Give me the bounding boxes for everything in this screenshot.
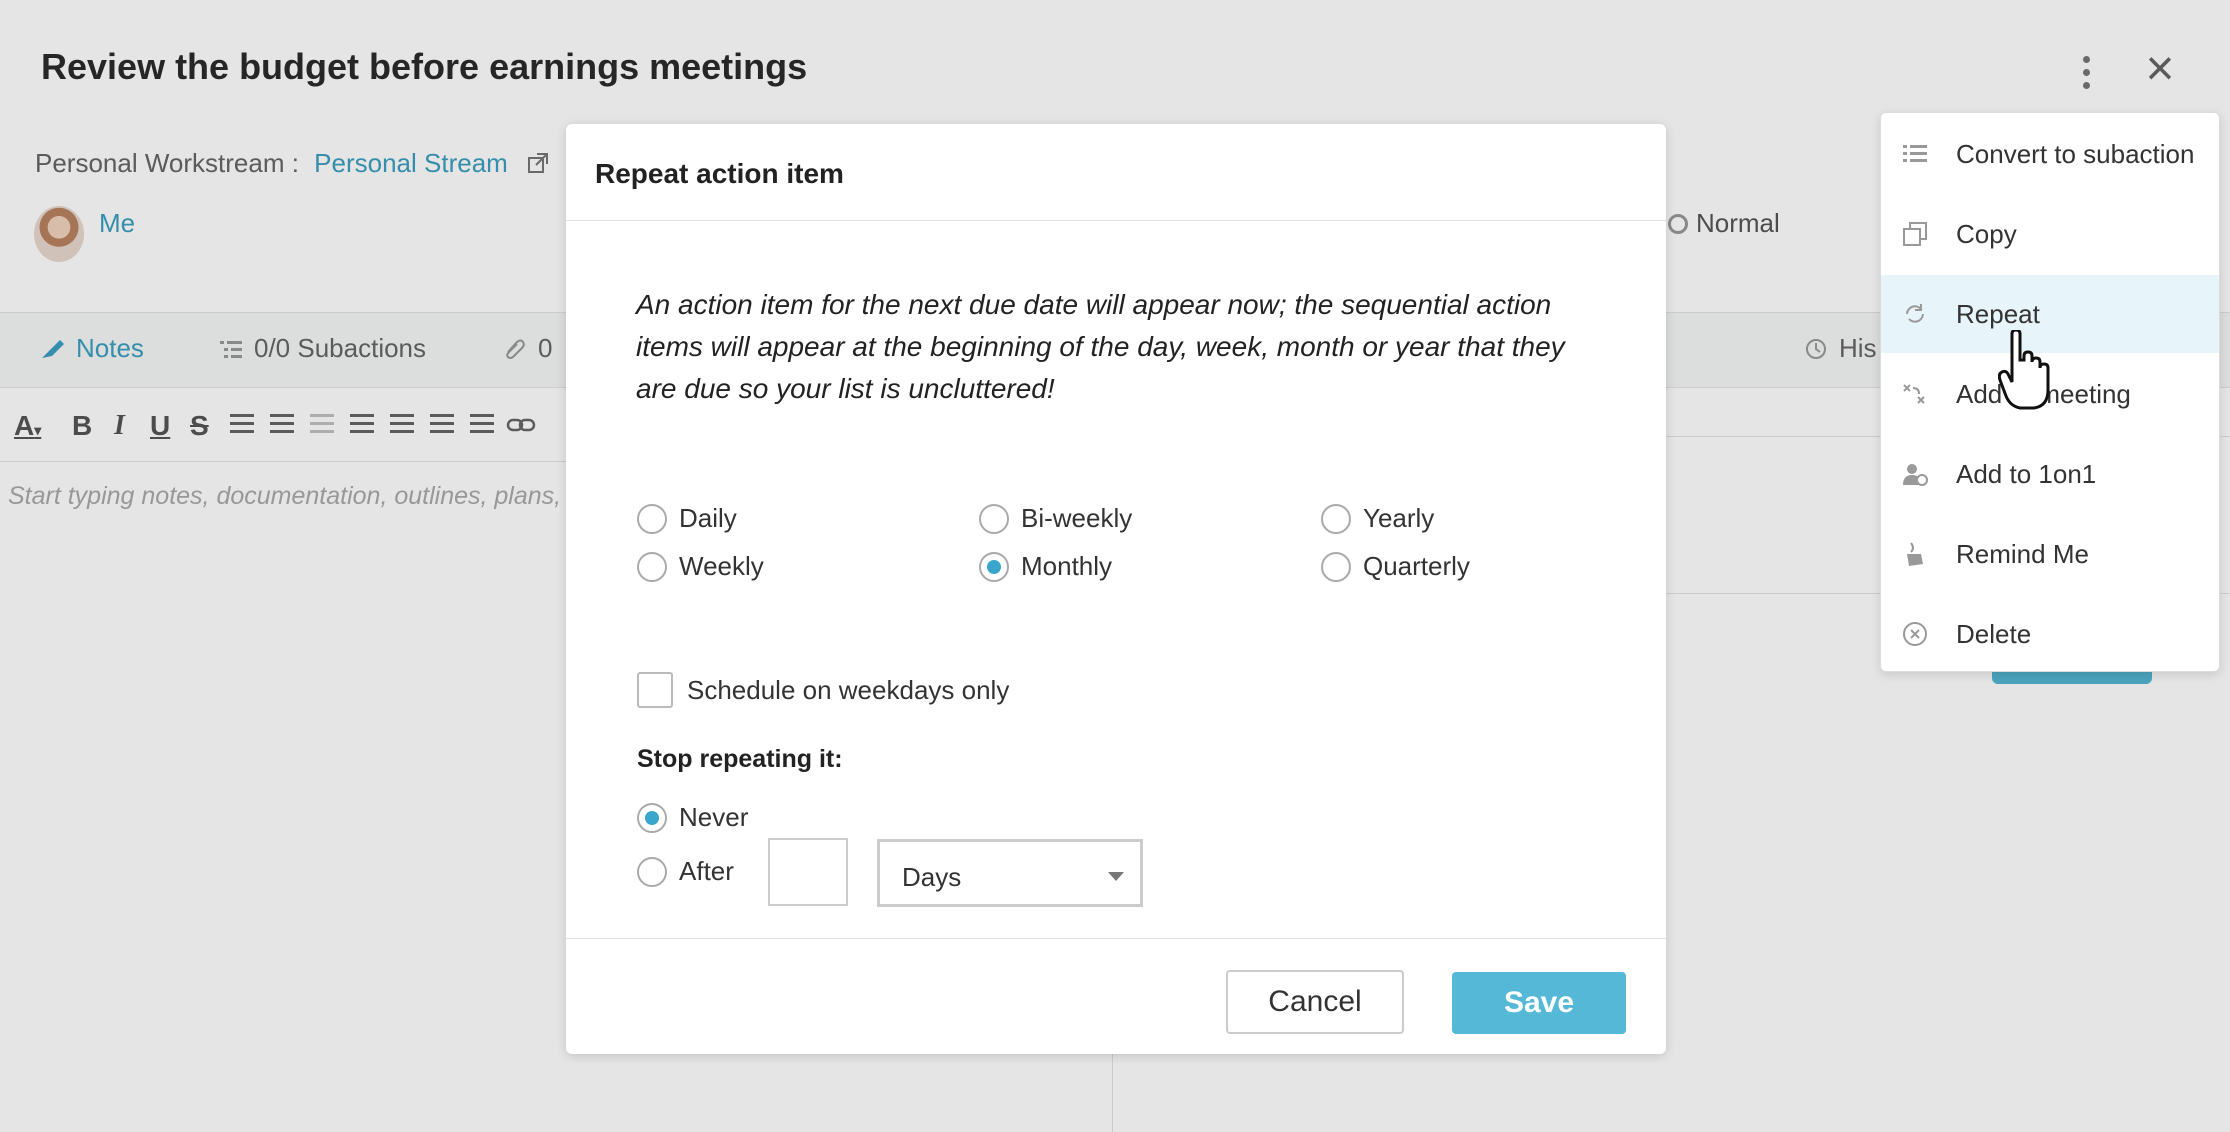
menu-item-label: Add to 1on1 — [1956, 458, 2097, 489]
menu-item-label: Convert to subaction — [1956, 138, 2195, 169]
menu-item-label: Delete — [1956, 618, 2032, 649]
menu-item-repeat[interactable]: Repeat — [1881, 275, 2219, 353]
after-count-input[interactable] — [768, 838, 848, 906]
radio-monthly[interactable]: Monthly — [979, 551, 1112, 582]
menu-item-convert-to-subaction[interactable]: Convert to subaction — [1881, 115, 2219, 193]
radio-circle — [637, 551, 667, 582]
radio-label: Quarterly — [1363, 551, 1470, 581]
radio-circle — [637, 503, 667, 534]
menu-item-label: Copy — [1956, 218, 2017, 249]
more-options-menu: Convert to subaction Copy Repeat Add to … — [1880, 112, 2220, 672]
unit-select[interactable]: Days — [877, 839, 1143, 907]
radio-label: Weekly — [679, 551, 764, 581]
menu-item-copy[interactable]: Copy — [1881, 195, 2219, 273]
stop-repeating-label: Stop repeating it: — [637, 745, 843, 773]
delete-icon — [1903, 622, 1927, 646]
radio-circle-selected — [979, 551, 1009, 582]
radio-never[interactable]: Never — [637, 802, 748, 833]
meeting-icon — [1903, 384, 1925, 404]
checkbox-label: Schedule on weekdays only — [687, 674, 1010, 705]
radio-label: Yearly — [1363, 503, 1435, 533]
radio-label: After — [679, 856, 734, 886]
menu-item-label: Remind Me — [1956, 538, 2089, 569]
repeat-modal: Repeat action item An action item for th… — [566, 124, 1666, 1054]
radio-weekly[interactable]: Weekly — [637, 551, 764, 582]
save-button[interactable]: Save — [1452, 972, 1626, 1034]
radio-bi-weekly[interactable]: Bi-weekly — [979, 503, 1132, 534]
menu-item-delete[interactable]: Delete — [1881, 595, 2219, 673]
radio-after[interactable]: After — [637, 856, 734, 887]
radio-label: Never — [679, 802, 749, 832]
radio-label: Bi-weekly — [1021, 503, 1133, 533]
checkbox-box — [637, 672, 673, 708]
menu-item-remind-me[interactable]: Remind Me — [1881, 515, 2219, 593]
radio-yearly[interactable]: Yearly — [1321, 503, 1434, 534]
radio-circle — [1321, 551, 1351, 582]
radio-quarterly[interactable]: Quarterly — [1321, 551, 1470, 582]
menu-item-add-to-1on1[interactable]: Add to 1on1 — [1881, 435, 2219, 513]
hand-cursor-icon — [1998, 330, 2050, 410]
radio-circle — [637, 856, 667, 887]
menu-item-add-to-meeting[interactable]: Add to meeting — [1881, 355, 2219, 433]
modal-footer — [566, 938, 1666, 939]
radio-circle-selected — [637, 802, 667, 833]
radio-circle — [1321, 503, 1351, 534]
radio-circle — [979, 503, 1009, 534]
remind-icon — [1907, 542, 1923, 566]
weekdays-only-checkbox[interactable]: Schedule on weekdays only — [637, 672, 1009, 708]
copy-icon — [1903, 222, 1927, 246]
radio-label: Daily — [679, 503, 737, 533]
modal-header: Repeat action item — [566, 124, 1666, 221]
chevron-down-icon — [1108, 872, 1124, 881]
list-icon — [1903, 145, 1927, 162]
modal-title: Repeat action item — [595, 158, 844, 189]
modal-description: An action item for the next due date wil… — [636, 289, 1565, 404]
radio-label: Monthly — [1021, 551, 1113, 581]
menu-item-label: Repeat — [1956, 298, 2040, 329]
repeat-icon — [1906, 304, 1924, 323]
unit-select-value: Days — [902, 862, 962, 892]
cancel-button[interactable]: Cancel — [1226, 970, 1404, 1034]
one-on-one-icon — [1903, 464, 1928, 486]
radio-daily[interactable]: Daily — [637, 503, 737, 534]
